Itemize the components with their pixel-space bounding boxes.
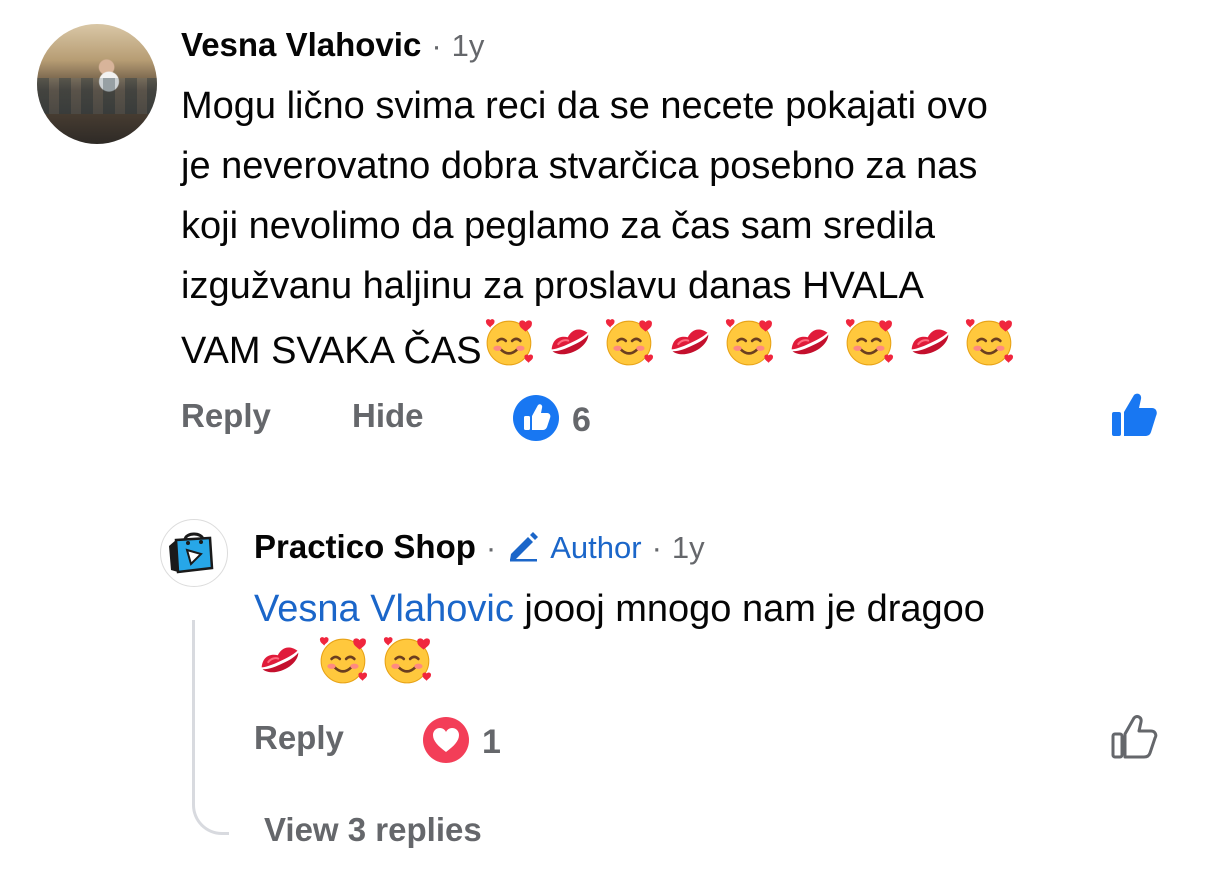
kiss-mark-emoji [904,316,956,386]
smiling-hearts-emoji [484,316,536,386]
reply-body: Vesna Vlahovic joooj mnogo nam je dragoo [254,579,1174,699]
meta-separator: · [651,530,662,565]
comment-line: VAM SVAKA ČAS [181,330,482,372]
smiling-hearts-emoji [964,316,1016,386]
comment-line: je neverovatno dobra stvarčica posebno z… [181,145,978,187]
reply-button[interactable]: Reply [254,719,344,757]
kiss-mark-emoji [544,316,596,386]
comment-line: izgužvanu haljinu za proslavu danas HVAL… [181,265,924,307]
like-icon[interactable] [1110,392,1158,445]
comment-line: Mogu lično svima reci da se necete pokaj… [181,85,988,127]
reply-button[interactable]: Reply [181,397,271,435]
comment-author[interactable]: Vesna Vlahovic [181,26,421,64]
comment-time[interactable]: 1y [452,28,485,64]
smiling-hearts-emoji [604,316,656,386]
like-reaction-icon [512,394,560,447]
comment-line: koji nevolimo da peglamo za čas sam sred… [181,205,936,247]
like-outline-icon[interactable] [1110,714,1158,767]
kiss-mark-emoji [254,634,306,704]
meta-separator: · [431,28,442,63]
shopping-bag-logo-icon [169,532,214,574]
smiling-hearts-emoji [318,634,370,704]
comment-body: Mogu lično svima reci da se necete pokaj… [181,76,1181,386]
reaction-count: 1 [482,723,501,761]
comment-header: Vesna Vlahovic · 1y [181,26,484,64]
mention-link[interactable]: Vesna Vlahovic [254,588,514,630]
avatar-vesna-vlahovic[interactable] [37,24,157,144]
reply-text: joooj mnogo nam je dragoo [513,588,985,630]
reply-author[interactable]: Practico Shop [254,528,476,566]
avatar-practico-shop[interactable] [160,519,228,587]
reply-time[interactable]: 1y [672,530,705,566]
thread-connector [192,620,229,835]
reaction-summary[interactable]: 6 [512,394,591,447]
view-replies-link[interactable]: View 3 replies [264,811,482,849]
kiss-mark-emoji [784,316,836,386]
emoji-group [484,316,1016,386]
author-badge: Author [550,530,642,565]
comment-last-line: VAM SVAKA ČAS [181,316,1181,386]
pencil-icon [506,528,540,567]
smiling-hearts-emoji [382,634,434,704]
reaction-count: 6 [572,401,591,439]
emoji-group [254,637,1174,699]
reply-header: Practico Shop · Author · 1y [254,528,705,567]
meta-separator: · [485,530,497,565]
kiss-mark-emoji [664,316,716,386]
hide-button[interactable]: Hide [352,397,424,435]
love-reaction-icon [422,716,470,769]
smiling-hearts-emoji [844,316,896,386]
smiling-hearts-emoji [724,316,776,386]
reaction-summary[interactable]: 1 [422,716,501,769]
